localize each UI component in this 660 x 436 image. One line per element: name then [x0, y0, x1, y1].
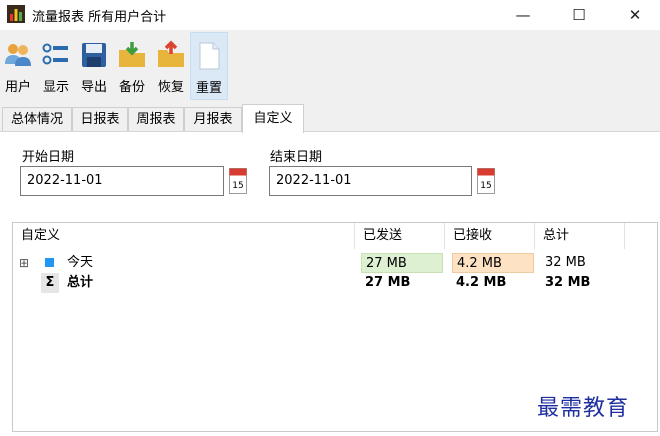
column-header-received[interactable]: 已接收 [445, 223, 535, 249]
users-label: 用户 [4, 80, 31, 95]
tab-custom[interactable]: 自定义 [242, 104, 304, 133]
tab-strip: 总体情况 日报表 周报表 月报表 自定义 [0, 104, 660, 133]
row-today-received: 4.2 MB [452, 253, 534, 273]
title-bar: 流量报表 所有用户合计 — ☐ ✕ [0, 0, 660, 30]
users-button[interactable]: 用户 [0, 32, 36, 100]
app-bar-chart-icon [7, 5, 25, 23]
folder-upload-icon [158, 40, 184, 67]
end-calendar-icon[interactable]: 15 [477, 168, 495, 194]
expand-toggle[interactable]: ⊞ [19, 253, 29, 273]
row-name-today[interactable]: 今天 [67, 253, 93, 273]
tab-daily[interactable]: 日报表 [72, 107, 128, 132]
start-calendar-day: 15 [232, 181, 243, 191]
start-date-label: 开始日期 [22, 150, 75, 165]
toolbar: 用户 显示 导出 备份 恢复 重置 [0, 30, 660, 102]
row-today-total: 32 MB [545, 255, 586, 270]
end-date-field[interactable]: 2022-11-01 [269, 166, 472, 196]
export-button[interactable]: 导出 [76, 32, 112, 100]
minimize-button[interactable]: — [500, 0, 546, 30]
row-marker-icon [45, 258, 54, 267]
restore-button[interactable]: 恢复 [152, 32, 190, 100]
maximize-button[interactable]: ☐ [556, 0, 602, 30]
row-total-total: 32 MB [545, 275, 591, 290]
display-label: 显示 [42, 80, 69, 95]
display-button[interactable]: 显示 [38, 32, 74, 100]
window-title: 流量报表 所有用户合计 [32, 10, 167, 25]
row-today-sent: 27 MB [361, 253, 443, 273]
start-calendar-icon[interactable]: 15 [229, 168, 247, 194]
blank-page-icon [199, 42, 220, 70]
row-name-total[interactable]: 总计 [67, 273, 93, 293]
tab-overview[interactable]: 总体情况 [2, 107, 72, 132]
row-total-received: 4.2 MB [456, 275, 507, 290]
tab-weekly[interactable]: 周报表 [128, 107, 184, 132]
start-date-field[interactable]: 2022-11-01 [20, 166, 224, 196]
column-header-total[interactable]: 总计 [535, 223, 625, 249]
reset-button[interactable]: 重置 [190, 32, 228, 100]
reset-label: 重置 [195, 81, 222, 96]
end-calendar-day: 15 [480, 181, 491, 191]
list-icon [42, 43, 68, 65]
row-total-sent: 27 MB [365, 275, 411, 290]
sigma-icon: Σ [41, 273, 59, 293]
column-header-sent[interactable]: 已发送 [355, 223, 445, 249]
end-date-label: 结束日期 [270, 150, 323, 165]
backup-button[interactable]: 备份 [114, 32, 150, 100]
save-icon [82, 43, 106, 67]
column-header-custom[interactable]: 自定义 [13, 223, 355, 249]
tab-monthly[interactable]: 月报表 [184, 107, 242, 132]
restore-label: 恢复 [157, 80, 184, 95]
export-label: 导出 [80, 80, 107, 95]
watermark-text: 最需教育 [537, 396, 630, 421]
folder-download-icon [119, 42, 145, 67]
users-icon [5, 44, 31, 66]
backup-label: 备份 [118, 80, 145, 95]
close-button[interactable]: ✕ [612, 0, 658, 30]
